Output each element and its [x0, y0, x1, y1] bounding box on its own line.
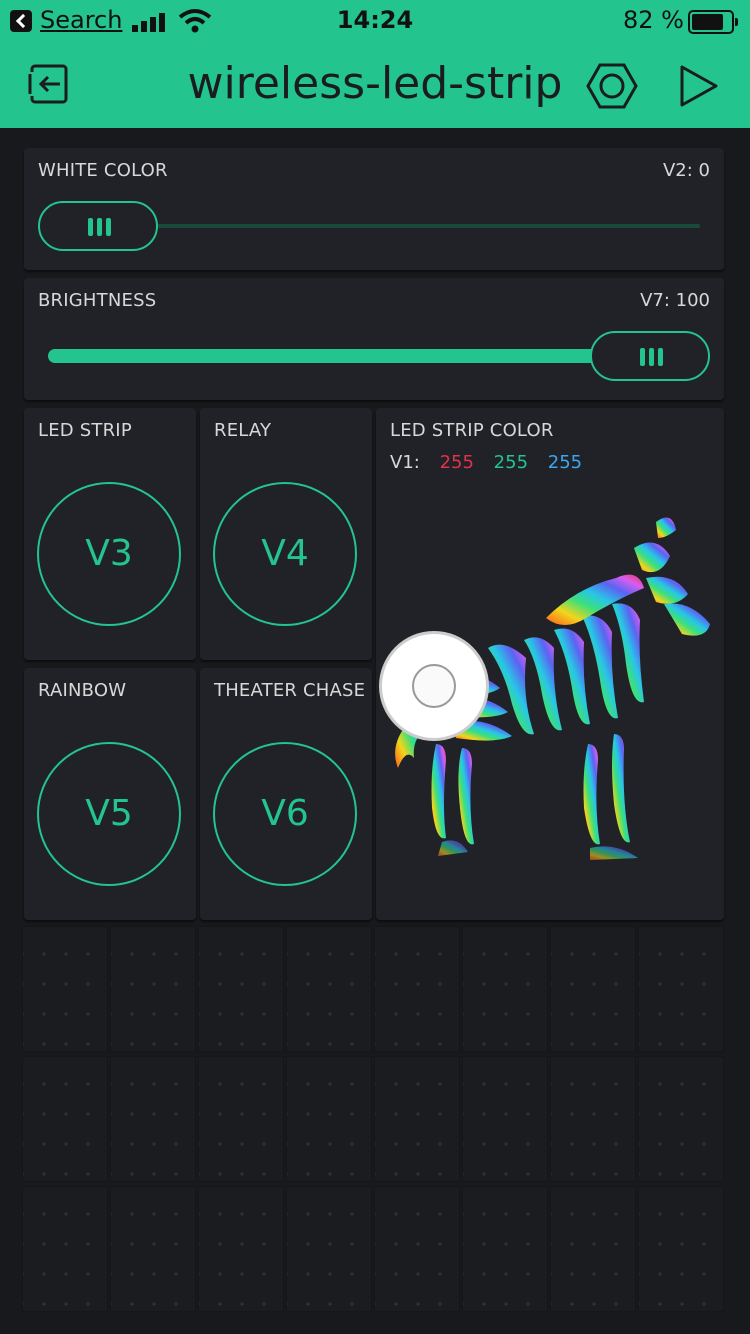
empty-grid-cell[interactable] — [550, 1056, 636, 1182]
empty-grid-cell[interactable] — [110, 1186, 196, 1312]
empty-grid-cell[interactable] — [198, 1056, 284, 1182]
battery-percent: 82 % — [623, 6, 684, 34]
empty-grid-cell[interactable] — [286, 1056, 372, 1182]
empty-grid-cell[interactable] — [22, 1056, 108, 1182]
rgb-pin-prefix: V1: — [390, 452, 420, 473]
empty-grid-cell[interactable] — [638, 1186, 724, 1312]
white-color-label: WHITE COLOR — [38, 160, 168, 181]
empty-grid-cell[interactable] — [462, 1056, 548, 1182]
brightness-value: V7: 100 — [640, 290, 710, 311]
empty-widget-grid — [22, 926, 728, 1316]
empty-grid-cell[interactable] — [110, 926, 196, 1052]
relay-pin: V4 — [261, 533, 309, 574]
red-value: 255 — [439, 452, 474, 473]
brightness-slider-handle[interactable] — [590, 331, 710, 381]
empty-grid-cell[interactable] — [198, 1186, 284, 1312]
relay-label: RELAY — [214, 420, 272, 441]
grip-icon — [640, 348, 664, 366]
led-strip-color-label: LED STRIP COLOR — [390, 420, 554, 441]
theater-chase-pin: V6 — [261, 793, 309, 834]
empty-grid-cell[interactable] — [550, 1186, 636, 1312]
empty-grid-cell[interactable] — [198, 926, 284, 1052]
battery-icon — [688, 10, 738, 34]
rainbow-button-widget: RAINBOW V5 — [24, 668, 196, 920]
app-header: wireless-led-strip — [0, 44, 750, 128]
theater-chase-button-widget: THEATER CHASE V6 — [200, 668, 372, 920]
theater-chase-label: THEATER CHASE — [214, 680, 366, 701]
empty-grid-cell[interactable] — [550, 926, 636, 1052]
empty-grid-cell[interactable] — [286, 1186, 372, 1312]
empty-grid-cell[interactable] — [374, 926, 460, 1052]
theater-chase-button[interactable]: V6 — [213, 742, 357, 886]
blue-value: 255 — [547, 452, 583, 473]
settings-hex-icon[interactable] — [586, 62, 638, 110]
brightness-track-fill — [48, 349, 620, 363]
white-color-value: V2: 0 — [662, 160, 710, 181]
empty-grid-cell[interactable] — [22, 1186, 108, 1312]
rainbow-pin: V5 — [85, 793, 133, 834]
battery-fill — [692, 14, 724, 30]
zebra-color-picker[interactable] — [376, 508, 724, 922]
brightness-label: BRIGHTNESS — [38, 290, 157, 311]
empty-grid-cell[interactable] — [374, 1056, 460, 1182]
rainbow-label: RAINBOW — [38, 680, 127, 701]
empty-grid-cell[interactable] — [638, 1056, 724, 1182]
rgb-values: V1: 255 255 255 — [390, 452, 596, 473]
led-strip-button[interactable]: V3 — [37, 482, 181, 626]
empty-grid-cell[interactable] — [462, 1186, 548, 1312]
empty-grid-cell[interactable] — [286, 926, 372, 1052]
green-value: 255 — [493, 452, 529, 473]
led-strip-color-widget: LED STRIP COLOR V1: 255 255 255 — [376, 408, 724, 920]
empty-grid-cell[interactable] — [110, 1056, 196, 1182]
led-strip-label: LED STRIP — [38, 420, 132, 441]
grip-icon — [88, 218, 112, 236]
brightness-slider-widget: BRIGHTNESS V7: 100 — [24, 278, 724, 400]
white-color-slider-handle[interactable] — [38, 201, 158, 251]
rainbow-button[interactable]: V5 — [37, 742, 181, 886]
status-bar: Search 14:24 82 % — [0, 0, 750, 44]
white-color-slider-widget: WHITE COLOR V2: 0 — [24, 148, 724, 270]
empty-grid-cell[interactable] — [638, 926, 724, 1052]
led-strip-button-widget: LED STRIP V3 — [24, 408, 196, 660]
relay-button[interactable]: V4 — [213, 482, 357, 626]
play-icon[interactable] — [678, 64, 720, 108]
empty-grid-cell[interactable] — [462, 926, 548, 1052]
color-picker-handle-ring — [412, 664, 456, 708]
led-strip-pin: V3 — [85, 533, 133, 574]
color-picker-handle[interactable] — [382, 634, 486, 738]
empty-grid-cell[interactable] — [374, 1186, 460, 1312]
empty-grid-cell[interactable] — [22, 926, 108, 1052]
relay-button-widget: RELAY V4 — [200, 408, 372, 660]
